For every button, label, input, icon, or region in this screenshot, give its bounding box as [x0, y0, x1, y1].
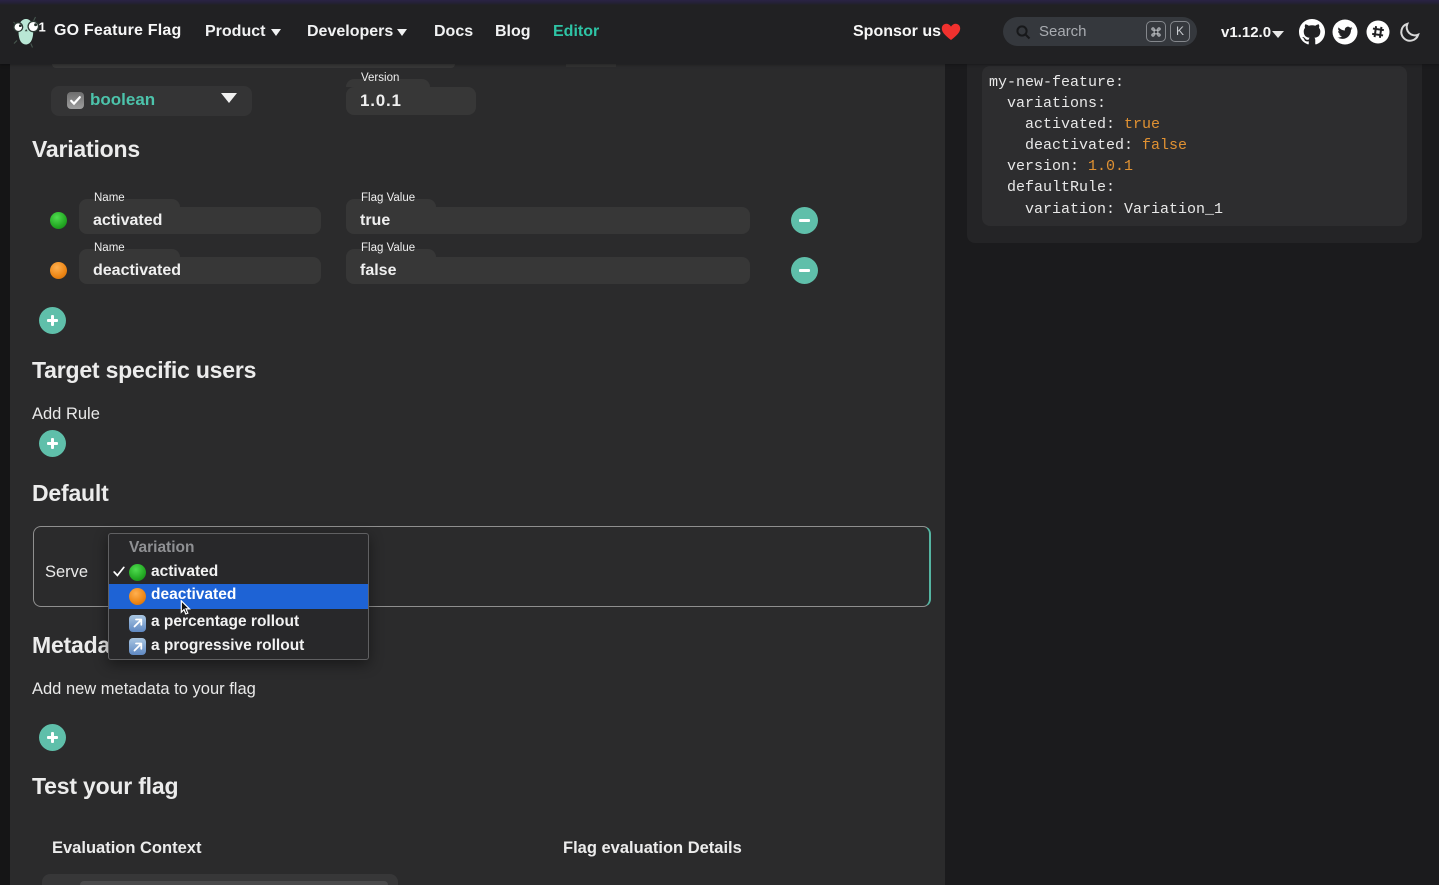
svg-text:1: 1 — [39, 20, 46, 35]
